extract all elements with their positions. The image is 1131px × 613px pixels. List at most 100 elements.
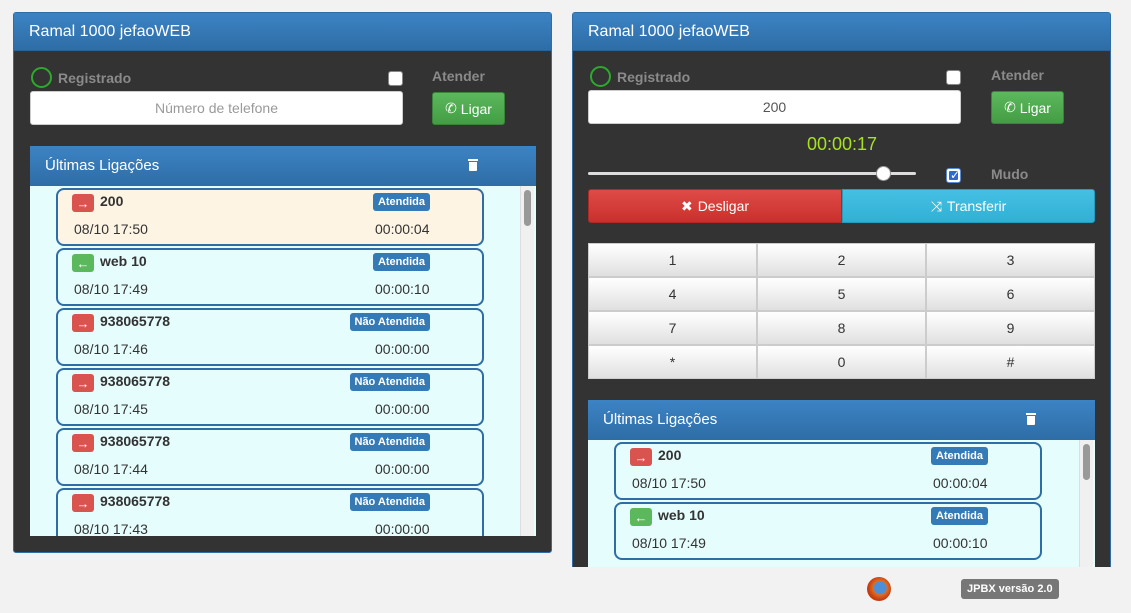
arrow-right-icon: → <box>72 374 94 392</box>
call-card[interactable]: ← web 10 Atendida 08/10 17:49 00:00:10 <box>614 502 1042 560</box>
arrow-left-icon: ← <box>630 508 652 526</box>
dialpad-key[interactable]: 5 <box>757 277 926 311</box>
status-circle-icon <box>31 67 52 88</box>
call-date: 08/10 17:43 <box>74 521 148 536</box>
arrow-left-icon: ← <box>72 254 94 272</box>
status-label: Registrado <box>617 68 691 85</box>
dialpad-key[interactable]: # <box>926 345 1095 379</box>
arrow-right-icon: → <box>72 314 94 332</box>
status-badge: Não Atendida <box>349 373 430 391</box>
call-card[interactable]: ← web 10 Atendida 08/10 17:49 00:00:10 <box>56 248 484 306</box>
mute-checkbox[interactable]: ✓ <box>946 168 961 183</box>
history-title: Últimas Ligações <box>45 157 160 174</box>
call-duration: 00:00:00 <box>375 401 430 417</box>
ligar-button[interactable]: ✆ Ligar <box>991 91 1064 124</box>
scrollbar-thumb[interactable] <box>524 190 531 226</box>
call-date: 08/10 17:50 <box>74 221 148 237</box>
call-number: 200 <box>100 193 124 209</box>
call-number: 200 <box>658 447 682 463</box>
dialpad-key[interactable]: 7 <box>588 311 757 345</box>
call-card[interactable]: → 200 Atendida 08/10 17:50 00:00:04 <box>614 442 1042 500</box>
status-badge: Atendida <box>930 507 988 525</box>
call-date: 08/10 17:46 <box>74 341 148 357</box>
history-title: Últimas Ligações <box>603 411 718 428</box>
arrow-right-icon: → <box>72 434 94 452</box>
call-date: 08/10 17:50 <box>632 475 706 491</box>
call-number: 938065778 <box>100 433 171 449</box>
call-duration: 00:00:10 <box>933 535 988 551</box>
status-circle-icon <box>590 66 611 87</box>
registration-status: Registrado <box>590 66 690 87</box>
dialpad-key[interactable]: 9 <box>926 311 1095 345</box>
transferir-button[interactable]: ⤨ Transferir <box>842 189 1095 223</box>
call-card[interactable]: → 938065778 Não Atendida 08/10 17:45 00:00:0… <box>56 368 484 426</box>
call-number: web 10 <box>658 507 705 523</box>
phone-number-input[interactable]: 200 <box>588 90 961 124</box>
phone-number-input[interactable]: Número de telefone <box>30 91 403 125</box>
phone-icon: ✆ <box>445 100 457 116</box>
call-timer: 00:00:17 <box>807 134 878 154</box>
call-card[interactable]: → 938065778 Não Atendida 08/10 17:46 00:00:0… <box>56 308 484 366</box>
scrollbar[interactable] <box>1079 440 1093 567</box>
call-number: 938065778 <box>100 493 171 509</box>
firefox-icon <box>867 577 891 601</box>
right-phone-panel: Ramal 1000 jefaoWEB Registrado Atender 2… <box>572 12 1111 567</box>
call-card[interactable]: → 938065778 Não Atendida 08/10 17:44 00:00:0… <box>56 428 484 486</box>
call-date: 08/10 17:49 <box>74 281 148 297</box>
call-number: web 10 <box>100 253 147 269</box>
scrollbar[interactable] <box>520 186 534 536</box>
call-duration: 00:00:00 <box>375 341 430 357</box>
dialpad-key[interactable]: 1 <box>588 243 757 277</box>
arrow-right-icon: → <box>72 494 94 512</box>
dialpad-key[interactable]: 2 <box>757 243 926 277</box>
call-history: Últimas Ligações → 200 Atendida 08/10 17:50… <box>588 400 1095 567</box>
call-duration: 00:00:10 <box>375 281 430 297</box>
dialpad-key[interactable]: 0 <box>757 345 926 379</box>
scrollbar-thumb[interactable] <box>1083 444 1090 480</box>
status-badge: Não Atendida <box>349 433 430 451</box>
atender-label: Atender <box>432 68 485 84</box>
ligar-button[interactable]: ✆ Ligar <box>432 92 505 125</box>
call-card[interactable]: → 938065778 Não Atendida 08/10 17:43 00:00:0… <box>56 488 484 536</box>
dialpad-key[interactable]: * <box>588 345 757 379</box>
phone-icon: ✆ <box>1004 99 1016 115</box>
desligar-button[interactable]: ✖ Desligar <box>588 189 842 223</box>
arrow-right-icon: → <box>72 194 94 212</box>
call-date: 08/10 17:44 <box>74 461 148 477</box>
call-duration: 00:00:04 <box>933 475 988 491</box>
call-history: Últimas Ligações → 200 Atendida 08/10 17:50… <box>30 146 536 536</box>
desligar-label: Desligar <box>697 198 750 214</box>
version-badge: JPBX versão 2.0 <box>961 579 1059 599</box>
history-header: Últimas Ligações <box>588 400 1095 440</box>
close-icon: ✖ <box>680 197 693 214</box>
panel-title: Ramal 1000 jefaoWEB <box>14 13 551 51</box>
dialpad-key[interactable]: 3 <box>926 243 1095 277</box>
volume-slider-knob[interactable] <box>876 166 892 181</box>
trash-icon[interactable] <box>468 159 478 171</box>
call-number: 938065778 <box>100 313 171 329</box>
arrow-right-icon: → <box>630 448 652 466</box>
ligar-label: Ligar <box>460 100 492 117</box>
call-duration: 00:00:04 <box>375 221 430 237</box>
status-badge: Não Atendida <box>349 493 430 511</box>
status-label: Registrado <box>58 69 132 86</box>
transferir-label: Transferir <box>946 198 1007 214</box>
volume-slider[interactable] <box>588 166 916 181</box>
auto-answer-checkbox[interactable] <box>388 71 403 86</box>
dialpad-key[interactable]: 6 <box>926 277 1095 311</box>
panel-title: Ramal 1000 jefaoWEB <box>573 13 1110 51</box>
call-card[interactable]: → 200 Atendida 08/10 17:50 00:00:04 <box>56 188 484 246</box>
status-badge: Atendida <box>930 447 988 465</box>
call-date: 08/10 17:49 <box>632 535 706 551</box>
dialpad-key[interactable]: 8 <box>757 311 926 345</box>
trash-icon[interactable] <box>1026 413 1036 425</box>
call-duration: 00:00:00 <box>375 461 430 477</box>
status-badge: Atendida <box>372 253 430 271</box>
history-header: Últimas Ligações <box>30 146 536 186</box>
auto-answer-checkbox[interactable] <box>946 70 961 85</box>
shuffle-icon: ⤨ <box>930 197 942 214</box>
status-badge: Atendida <box>372 193 430 211</box>
dialpad-key[interactable]: 4 <box>588 277 757 311</box>
call-date: 08/10 17:45 <box>74 401 148 417</box>
call-duration: 00:00:00 <box>375 521 430 536</box>
